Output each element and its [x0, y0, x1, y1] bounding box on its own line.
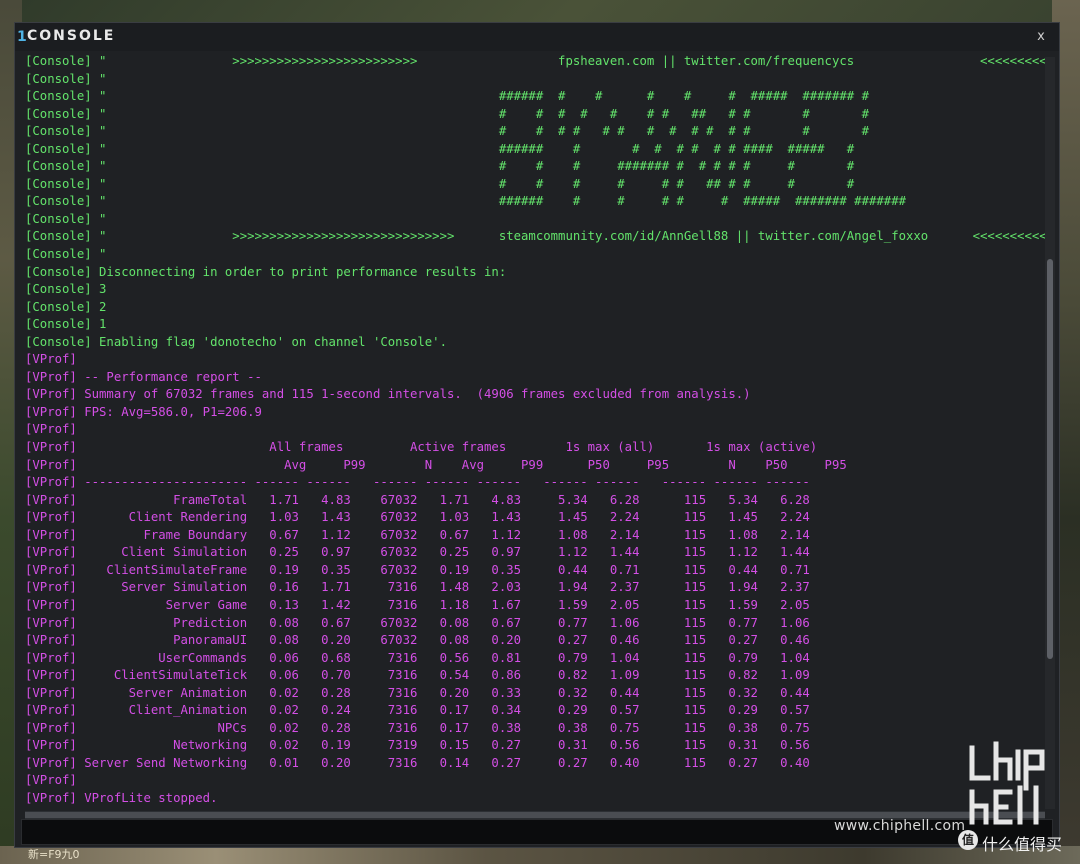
console-line: [VProf] ---------------------- ------ --…	[25, 475, 810, 490]
console-line: [Console] "	[25, 247, 107, 262]
vertical-scrollbar[interactable]	[1045, 57, 1055, 809]
window-title: CONSOLE	[27, 28, 116, 44]
background-bottom-label: 新=F9九0	[28, 848, 80, 861]
console-line: [Console] "	[25, 211, 107, 226]
console-line: [Console] Enabling flag 'donotecho' on c…	[25, 334, 447, 349]
console-line: [VProf] Summary of 67032 frames and 115 …	[25, 387, 751, 402]
console-line: [Console] Disconnecting in order to prin…	[25, 264, 507, 279]
smzdm-watermark: 值 什么值得买	[958, 828, 1068, 854]
console-line: [VProf] PanoramaUI 0.08 0.20 67032 0.08 …	[25, 633, 810, 648]
console-titlebar[interactable]: 1 CONSOLE x	[15, 23, 1059, 51]
console-line: [VProf] Client Simulation 0.25 0.97 6703…	[25, 545, 810, 560]
console-line: [VProf] Server Game 0.13 1.42 7316 1.18 …	[25, 597, 810, 612]
console-line: [Console] 2	[25, 299, 107, 314]
close-button[interactable]: x	[1031, 27, 1051, 47]
console-line: [VProf] -- Performance report --	[25, 369, 262, 384]
console-line: [VProf] All frames Active frames 1s max …	[25, 440, 818, 455]
console-line: [Console] "	[25, 71, 107, 86]
console-line: [Console] " ###### # # # # # ##### #####…	[25, 89, 869, 104]
console-line: [VProf] Server Animation 0.02 0.28 7316 …	[25, 685, 810, 700]
console-line: [Console] " ###### # # # # # ##### #####…	[25, 194, 906, 209]
console-line: [VProf] Avg P99 N Avg P99 P50 P95 N P50 …	[25, 457, 847, 472]
background-bottom	[0, 846, 1080, 864]
console-line: [VProf]	[25, 773, 77, 788]
smzdm-icon: 值	[958, 830, 978, 850]
console-line: [Console] " # # # # # # # ## # # # #	[25, 106, 869, 121]
console-line: [VProf] Networking 0.02 0.19 7319 0.15 0…	[25, 738, 810, 753]
vertical-scrollbar-thumb[interactable]	[1047, 259, 1053, 659]
console-line: [Console] " >>>>>>>>>>>>>>>>>>>>>>>>> fp…	[25, 54, 1047, 68]
console-line: [VProf] ClientSimulateFrame 0.19 0.35 67…	[25, 562, 810, 577]
console-line: [VProf] FrameTotal 1.71 4.83 67032 1.71 …	[25, 492, 810, 507]
console-output[interactable]: [Console] " >>>>>>>>>>>>>>>>>>>>>>>>> fp…	[25, 53, 1047, 811]
console-line: [VProf]	[25, 422, 77, 437]
watermark-url: www.chiphell.com	[834, 818, 966, 834]
chiphell-logo	[969, 741, 1045, 825]
console-line: [VProf] FPS: Avg=586.0, P1=206.9	[25, 404, 262, 419]
close-icon: x	[1037, 29, 1045, 44]
console-line: [Console] " # # # # # # # # # # # # # #	[25, 124, 869, 139]
console-line: [VProf] Server Send Networking 0.01 0.20…	[25, 755, 810, 770]
smzdm-text: 什么值得买	[982, 835, 1063, 854]
title-accent: 1	[17, 29, 27, 45]
console-line: [Console] " ###### # # # # # # # #### ##…	[25, 141, 855, 156]
console-line: [Console] 1	[25, 317, 107, 332]
console-line: [VProf] Client Rendering 1.03 1.43 67032…	[25, 510, 810, 525]
console-line: [VProf] Prediction 0.08 0.67 67032 0.08 …	[25, 615, 810, 630]
console-line: [VProf] Server Simulation 0.16 1.71 7316…	[25, 580, 810, 595]
console-line: [Console] " # # # ####### # # # # # # #	[25, 159, 855, 174]
console-line: [Console] 3	[25, 282, 107, 297]
console-window: 1 CONSOLE x [Console] " >>>>>>>>>>>>>>>>…	[14, 22, 1060, 848]
console-line: [VProf] ClientSimulateTick 0.06 0.70 731…	[25, 668, 810, 683]
console-line: [VProf] Client_Animation 0.02 0.24 7316 …	[25, 703, 810, 718]
console-line: [VProf] UserCommands 0.06 0.68 7316 0.56…	[25, 650, 810, 665]
console-line: [VProf]	[25, 352, 77, 367]
console-line: [VProf] VProfLite stopped.	[25, 790, 218, 805]
console-line: [VProf] Frame Boundary 0.67 1.12 67032 0…	[25, 527, 810, 542]
console-line: [Console] " >>>>>>>>>>>>>>>>>>>>>>>>>>>>…	[25, 229, 1047, 244]
console-line: [Console] " # # # # # # ## # # # #	[25, 176, 855, 191]
console-line: [VProf] NPCs 0.02 0.28 7316 0.17 0.38 0.…	[25, 720, 810, 735]
